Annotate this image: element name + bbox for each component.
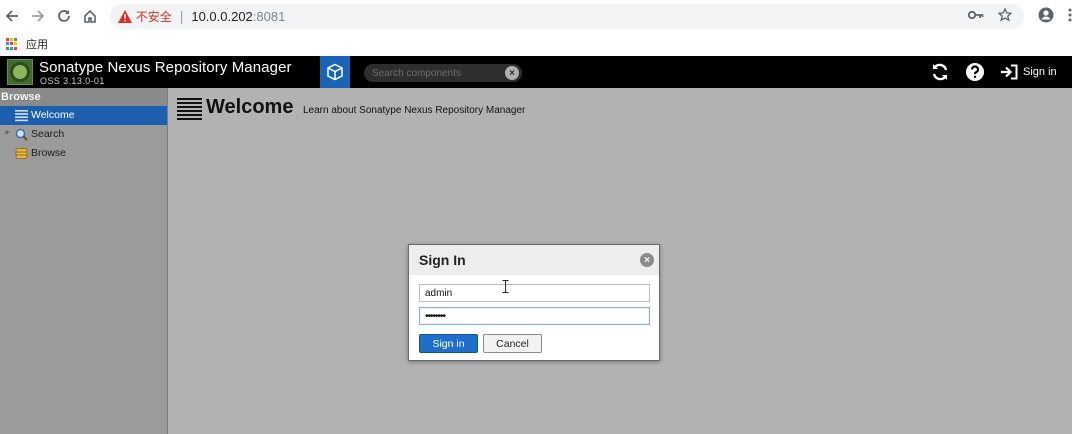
text-cursor-icon [502, 280, 509, 293]
signin-button[interactable]: Sign in [419, 334, 478, 353]
url-port: :8081 [252, 8, 286, 24]
header-signin-label: Sign in [1023, 66, 1057, 78]
sidebar-item-label: Browse [31, 147, 67, 159]
password-field[interactable] [419, 307, 650, 325]
address-bar[interactable]: 不安全 | 10.0.0.202:8081 [109, 3, 1025, 29]
apps-grid-icon[interactable] [6, 38, 18, 50]
reload-icon[interactable] [54, 6, 74, 26]
welcome-list-icon [15, 109, 28, 122]
signin-dialog: Sign In × Sign in Cancel [408, 244, 660, 361]
sidebar-item-welcome[interactable]: Welcome [0, 106, 167, 125]
sidebar-title: Browse [0, 88, 167, 106]
star-icon[interactable] [997, 6, 1013, 25]
home-icon[interactable] [80, 6, 100, 26]
search-components-input[interactable] [372, 66, 500, 80]
insecure-label: 不安全 [135, 9, 172, 24]
forward-arrow-icon[interactable] [28, 6, 48, 26]
profile-icon[interactable] [1038, 7, 1054, 26]
app-title: Sonatype Nexus Repository Manager [39, 59, 292, 76]
magnifier-icon [15, 128, 28, 141]
sidebar-item-label: Search [31, 128, 65, 140]
search-components: × [364, 64, 522, 82]
dialog-header: Sign In × [409, 245, 659, 275]
help-icon[interactable] [965, 62, 985, 82]
close-icon[interactable]: × [640, 253, 654, 267]
page-title: Welcome [206, 96, 294, 118]
expand-icon[interactable]: + [4, 128, 10, 139]
url-host: 10.0.0.202 [191, 8, 253, 24]
sidebar-item-browse[interactable]: Browse [0, 144, 167, 163]
cancel-button[interactable]: Cancel [483, 334, 542, 353]
refresh-icon[interactable] [930, 62, 950, 82]
bookmarks-bar: 应用 [0, 32, 1072, 56]
clear-search-icon[interactable]: × [505, 66, 519, 80]
key-icon[interactable] [967, 9, 984, 23]
username-field[interactable] [419, 284, 650, 302]
sign-in-icon [1001, 64, 1018, 80]
page-subtitle: Learn about Sonatype Nexus Repository Ma… [303, 105, 526, 116]
sidebar-item-label: Welcome [31, 109, 75, 121]
nexus-header: Sonatype Nexus Repository Manager OSS 3.… [0, 56, 1072, 88]
sidebar-item-search[interactable]: + Search [0, 125, 167, 144]
sidebar: Browse Welcome + Search Browse [0, 88, 168, 434]
welcome-list-icon [177, 98, 202, 121]
menu-dots-icon[interactable] [1068, 8, 1072, 25]
warning-icon [117, 9, 132, 23]
back-arrow-icon[interactable] [2, 6, 22, 26]
browse-mode-button[interactable] [320, 56, 350, 88]
cube-icon [327, 63, 343, 81]
nexus-logo-icon [7, 59, 33, 85]
database-icon [15, 147, 28, 160]
bookmark-apps[interactable]: 应用 [26, 36, 48, 52]
url-separator: | [179, 8, 184, 24]
header-signin-button[interactable]: Sign in [1000, 62, 1057, 82]
browser-toolbar: 不安全 | 10.0.0.202:8081 [0, 0, 1072, 32]
dialog-title: Sign In [419, 252, 466, 268]
app-version: OSS 3.13.0-01 [40, 76, 105, 86]
